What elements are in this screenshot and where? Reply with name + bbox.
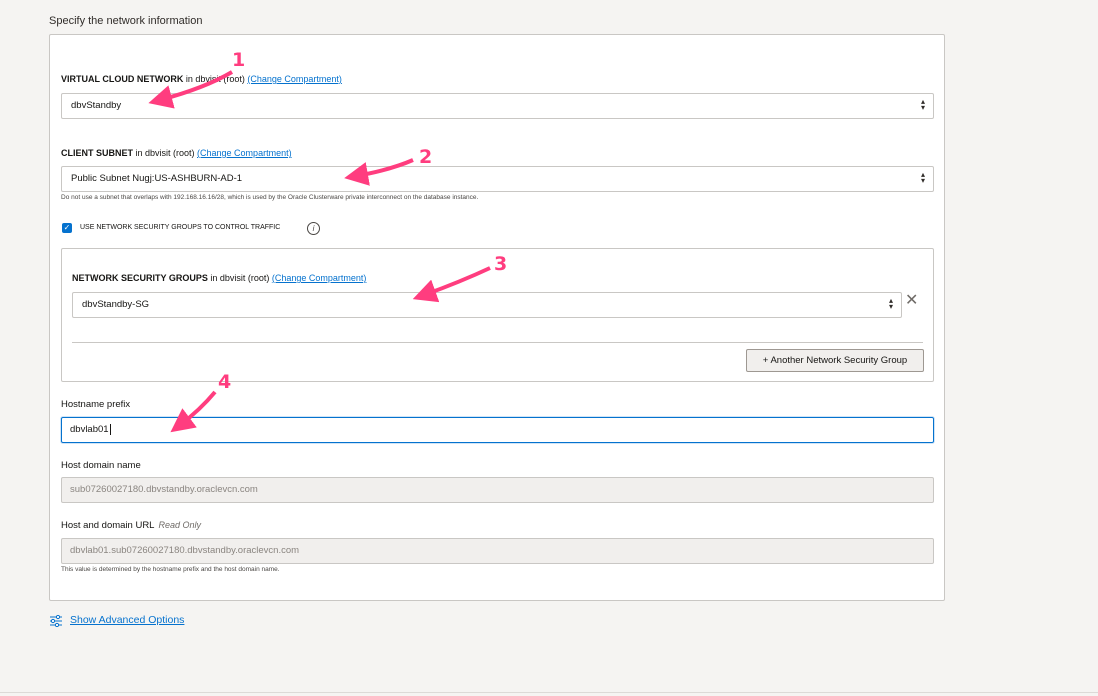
vcn-compartment: in dbvisit (root) (183, 74, 248, 84)
sliders-icon[interactable] (49, 615, 63, 627)
section-title: Specify the network information (49, 15, 203, 27)
select-chevron-icon: ▴ ▾ (888, 296, 893, 311)
hostname-label: Hostname prefix (61, 399, 131, 410)
text-cursor (109, 424, 111, 435)
host-url-input: dbvlab01.sub07260027180.dbvstandby.oracl… (61, 538, 934, 564)
hostname-input-value: dbvlab01 (70, 424, 109, 435)
nsg-select-value: dbvStandby-SG (82, 299, 150, 310)
vcn-select-value: dbvStandby (71, 100, 122, 111)
remove-nsg-icon[interactable]: ✕ (905, 293, 918, 309)
subnet-change-compartment-link[interactable]: (Change Compartment) (197, 148, 292, 158)
nsg-checkbox-label: USE NETWORK SECURITY GROUPS TO CONTROL T… (80, 224, 281, 231)
add-nsg-button[interactable]: + Another Network Security Group (746, 349, 924, 372)
bottom-divider (0, 692, 1098, 693)
subnet-select-value: Public Subnet Nugj:US-ASHBURN-AD-1 (71, 173, 243, 184)
subnet-label: CLIENT SUBNET (61, 148, 133, 158)
host-url-label-row: Host and domain URL Read Only (61, 520, 201, 531)
vcn-select[interactable]: dbvStandby ▴ ▾ (61, 93, 934, 119)
nsg-compartment: in dbvisit (root) (207, 273, 272, 283)
select-chevron-icon: ▴ ▾ (920, 97, 925, 112)
network-panel: VIRTUAL CLOUD NETWORK in dbvisit (root) … (49, 34, 945, 601)
vcn-label-row: VIRTUAL CLOUD NETWORK in dbvisit (root) … (61, 74, 342, 84)
host-url-label: Host and domain URL (61, 520, 155, 531)
nsg-label: NETWORK SECURITY GROUPS (72, 273, 208, 283)
vcn-label: VIRTUAL CLOUD NETWORK (61, 74, 184, 84)
select-chevron-icon: ▴ ▾ (920, 170, 925, 185)
info-icon[interactable]: i (307, 222, 320, 235)
divider (72, 342, 923, 343)
subnet-label-row: CLIENT SUBNET in dbvisit (root) (Change … (61, 148, 292, 158)
hostname-input[interactable]: dbvlab01 (61, 417, 934, 443)
host-domain-input: sub07260027180.dbvstandby.oraclevcn.com (61, 477, 934, 503)
host-url-hint: This value is determined by the hostname… (61, 566, 280, 573)
nsg-select[interactable]: dbvStandby-SG ▴ ▾ (72, 292, 902, 318)
host-domain-label: Host domain name (61, 460, 141, 471)
show-advanced-options-link[interactable]: Show Advanced Options (70, 614, 184, 626)
nsg-box: NETWORK SECURITY GROUPS in dbvisit (root… (61, 248, 934, 382)
vcn-change-compartment-link[interactable]: (Change Compartment) (247, 74, 342, 84)
read-only-tag: Read Only (158, 520, 201, 530)
nsg-label-row: NETWORK SECURITY GROUPS in dbvisit (root… (72, 273, 366, 283)
subnet-select[interactable]: Public Subnet Nugj:US-ASHBURN-AD-1 ▴ ▾ (61, 166, 934, 192)
nsg-checkbox[interactable]: ✓ (62, 223, 72, 233)
subnet-hint: Do not use a subnet that overlaps with 1… (61, 194, 479, 201)
subnet-compartment: in dbvisit (root) (133, 148, 198, 158)
nsg-change-compartment-link[interactable]: (Change Compartment) (272, 273, 367, 283)
